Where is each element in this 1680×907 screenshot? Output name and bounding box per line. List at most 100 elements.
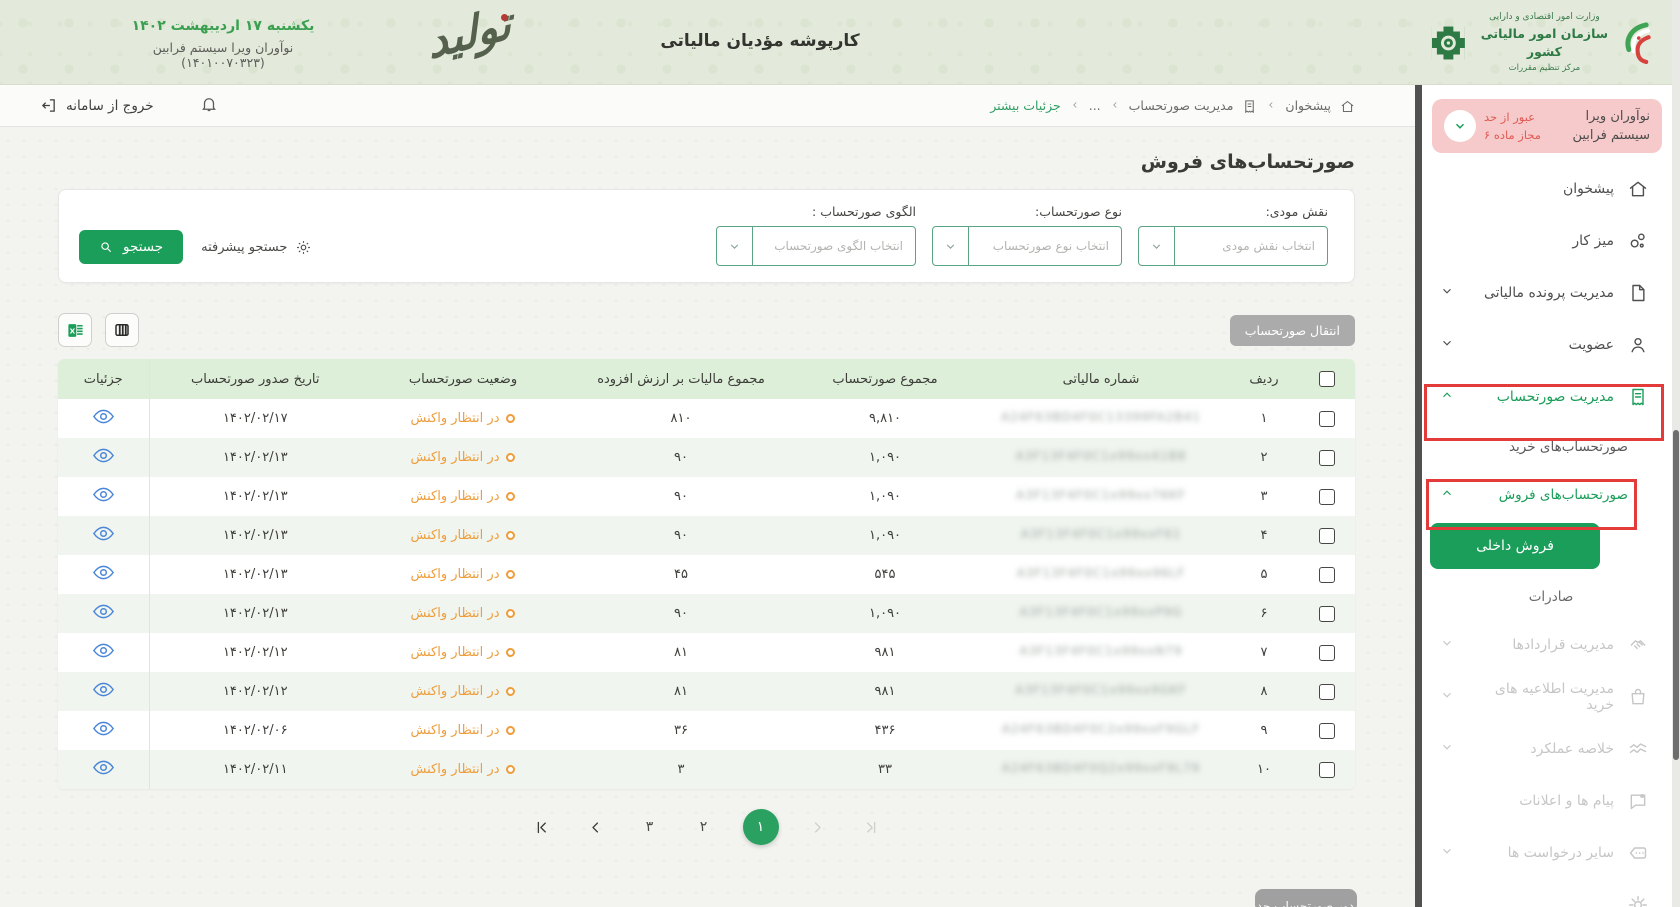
sidebar-item-workspace[interactable]: میز کار (1422, 215, 1672, 267)
view-details-eye-icon[interactable] (93, 647, 114, 662)
app-title: کارپوشه مؤدیان مالیاتی (640, 31, 880, 51)
status-label: در انتظار واکنش (411, 606, 500, 621)
sidebar-item-tax-file[interactable]: مدیریت پرونده مالیاتی (1422, 267, 1672, 319)
tax-number-cell: A3F13F4F0C1x99xxN79 (973, 633, 1229, 672)
pagination-last-button[interactable] (527, 812, 557, 842)
table-row: ۳A3F13F4F0C1x99xx76KF۱,۰۹۰۹۰در انتظار وا… (58, 477, 1355, 516)
tax-number-cell: A3F13F4F0C1x99xx76KF (973, 477, 1229, 516)
search-button[interactable]: جستجو (79, 230, 183, 264)
view-details-eye-icon[interactable] (93, 569, 114, 584)
column-settings-button[interactable] (105, 313, 139, 347)
window-scrollbar-thumb[interactable] (1673, 430, 1679, 760)
sidebar-scrollbar[interactable] (1415, 85, 1422, 907)
view-details-eye-icon[interactable] (93, 608, 114, 623)
invoice-pattern-select[interactable]: انتخاب الگوی صورتحساب (716, 226, 916, 266)
row-checkbox[interactable] (1319, 567, 1335, 583)
sidebar-item-messages[interactable]: پیام ها و اعلانات (1422, 775, 1672, 827)
ministry-line-2: سازمان امور مالیاتی کشور (1476, 25, 1613, 63)
header-date-block: یکشنبه ۱۷ اردیبهشت ۱۴۰۲ نوآوران ویرا سیس… (118, 18, 328, 70)
sidebar-item-label: خلاصه عملکرد (1468, 741, 1614, 757)
sidebar-item-exports[interactable]: صادرات (1466, 575, 1636, 619)
pagination-next-button[interactable] (581, 812, 611, 842)
view-details-eye-icon[interactable] (93, 530, 114, 545)
sidebar-item-other-requests[interactable]: سایر درخواست ها (1422, 827, 1672, 879)
row-checkbox[interactable] (1319, 684, 1335, 700)
status-badge: در انتظار واکنش (411, 645, 516, 660)
new-invoice-button[interactable]: صدور صورتحساب جدید (1255, 889, 1357, 907)
search-zone: جستجو پیشرفته جستجو (79, 230, 312, 264)
notification-bell-icon[interactable] (200, 95, 218, 117)
sidebar-item-membership[interactable]: عضویت (1422, 319, 1672, 371)
taxpayer-name-id: نوآوران ویرا سیستم فرابین (۱۴۰۱۰۰۷۰۳۲۳) (118, 40, 328, 70)
user-chip-chevron-down-icon[interactable] (1444, 110, 1476, 142)
pagination-first-button[interactable] (857, 812, 887, 842)
header-tax-number: شماره مالیاتی (973, 359, 1229, 399)
tax-number-blurred: A3F13F4F0C1x99xx96LF (1017, 566, 1186, 580)
sidebar-item-purchase-invoices[interactable]: صورتحساب‌های خرید (1422, 423, 1672, 471)
details-cell (58, 516, 149, 555)
sidebar-item-performance-summary[interactable]: خلاصه عملکرد (1422, 723, 1672, 775)
row-checkbox[interactable] (1319, 411, 1335, 427)
advanced-search-button[interactable]: جستجو پیشرفته (201, 239, 312, 256)
internal-sales-button[interactable]: فروش داخلی (1430, 523, 1600, 569)
breadcrumb: پیشخوان مدیریت صورتحساب ... جزئیات بیشتر (990, 98, 1355, 114)
status-ring-icon (506, 687, 515, 696)
taxpayer-role-select[interactable]: انتخاب نقش مودی (1138, 226, 1328, 266)
window-scrollbar[interactable] (1672, 0, 1680, 907)
view-details-eye-icon[interactable] (93, 725, 114, 740)
row-checkbox[interactable] (1319, 489, 1335, 505)
invoice-type-select[interactable]: انتخاب نوع صورتحساب (932, 226, 1122, 266)
row-checkbox[interactable] (1319, 606, 1335, 622)
sidebar-item-invoice-management[interactable]: مدیریت صورتحساب (1422, 371, 1672, 423)
row-index: ۱۰ (1229, 750, 1299, 789)
filter-invoice-pattern: الگوی صورتحساب : انتخاب الگوی صورتحساب (716, 204, 916, 266)
sidebar-item-clipped-bottom[interactable] (1422, 879, 1672, 907)
pagination-page-1-active[interactable]: ۱ (743, 809, 779, 845)
header-details: جزئیات (58, 359, 149, 399)
tax-number-blurred: A3F13F4F0C1x99xxF61 (1021, 527, 1182, 541)
row-checkbox[interactable] (1319, 450, 1335, 466)
issue-date: ۱۴۰۲/۰۲/۱۳ (149, 555, 361, 594)
view-details-eye-icon[interactable] (93, 491, 114, 506)
excel-export-button[interactable]: X (58, 313, 92, 347)
select-all-checkbox[interactable] (1319, 371, 1335, 387)
breadcrumb-home[interactable]: پیشخوان (1285, 98, 1331, 113)
logout-button[interactable]: خروج از سامانه (40, 97, 154, 114)
sidebar-item-dashboard[interactable]: پیشخوان (1422, 163, 1672, 215)
view-details-eye-icon[interactable] (93, 413, 114, 428)
sidebar-item-contracts[interactable]: مدیریت قراردادها (1422, 619, 1672, 671)
status-badge: در انتظار واکنش (411, 723, 516, 738)
table-row: ۸A3F13F4F0C1x99xx9GKF۹۸۱۸۱در انتظار واکن… (58, 672, 1355, 711)
home-icon (1628, 179, 1648, 199)
sidebar-item-purchase-notices[interactable]: مدیریت اطلاعیه های خرید (1422, 671, 1672, 723)
breadcrumb-ellipsis[interactable]: ... (1089, 98, 1101, 113)
pagination-page-2[interactable]: ۲ (689, 812, 719, 842)
tax-organization-logo: وزارت امور اقتصادی و دارایی سازمان امور … (1427, 8, 1652, 78)
status-badge: در انتظار واکنش (411, 450, 516, 465)
gear-icon (1628, 895, 1648, 907)
row-checkbox[interactable] (1319, 528, 1335, 544)
invoice-total: ۹,۸۱۰ (797, 399, 973, 438)
handshake-icon (1628, 635, 1648, 655)
transfer-invoice-button[interactable]: انتقال صورتحساب (1230, 315, 1355, 346)
chevron-down-icon (1440, 688, 1454, 706)
sidebar-item-sales-invoices[interactable]: صورتحساب‌های فروش (1422, 471, 1672, 519)
content: صورتحساب‌های فروش نقش مودی: انتخاب نقش م… (0, 127, 1415, 845)
details-cell (58, 711, 149, 750)
pagination-page-3[interactable]: ۳ (635, 812, 665, 842)
view-details-eye-icon[interactable] (93, 452, 114, 467)
issue-date: ۱۴۰۲/۰۲/۱۲ (149, 672, 361, 711)
row-index: ۹ (1229, 711, 1299, 750)
pagination-prev-button[interactable] (803, 812, 833, 842)
status-cell: در انتظار واکنش (361, 750, 565, 789)
header-issue-date: تاریخ صدور صورتحساب (149, 359, 361, 399)
view-details-eye-icon[interactable] (93, 686, 114, 701)
row-checkbox[interactable] (1319, 645, 1335, 661)
row-checkbox[interactable] (1319, 723, 1335, 739)
breadcrumb-section[interactable]: مدیریت صورتحساب (1129, 98, 1234, 113)
gear-icon (295, 239, 312, 256)
row-checkbox[interactable] (1319, 762, 1335, 778)
sidebar-item-internal-sales-wrap: فروش داخلی (1422, 523, 1672, 569)
user-chip[interactable]: نوآوران ویرا سیستم فرابین عبور از حد مجا… (1432, 99, 1662, 153)
view-details-eye-icon[interactable] (93, 764, 114, 779)
